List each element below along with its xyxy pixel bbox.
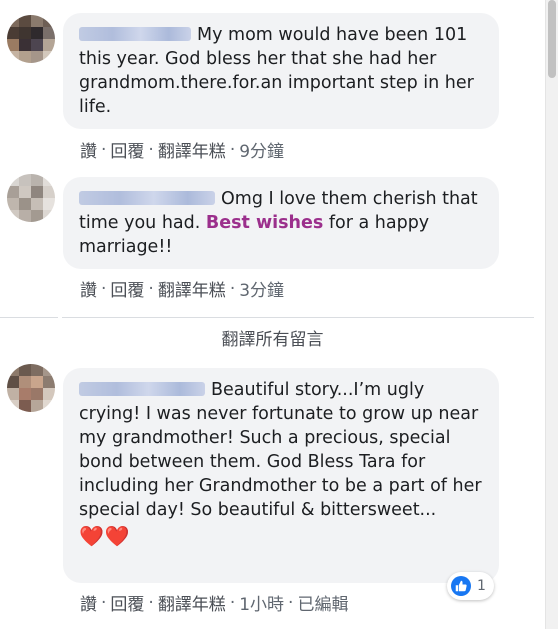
translate-link[interactable]: 翻譯年糕 (158, 281, 226, 301)
avatar[interactable] (7, 174, 55, 222)
like-link[interactable]: 讚 (80, 281, 97, 301)
separator: · (148, 139, 154, 160)
separator: · (288, 592, 294, 613)
like-icon (451, 576, 471, 596)
reply-link[interactable]: 回覆 (110, 142, 144, 162)
comment-bubble: Omg I love them cherish that time you ha… (63, 177, 499, 269)
avatar[interactable] (7, 364, 55, 412)
author-name-blurred[interactable] (79, 191, 215, 205)
separator: · (101, 139, 107, 160)
translate-link[interactable]: 翻譯年糕 (158, 595, 226, 615)
translate-link[interactable]: 翻譯年糕 (158, 142, 226, 162)
reply-link[interactable]: 回覆 (110, 595, 144, 615)
divider (62, 317, 534, 318)
author-name-blurred[interactable] (79, 382, 205, 396)
highlighted-phrase[interactable]: Best wishes (206, 213, 323, 233)
like-link[interactable]: 讚 (80, 142, 97, 162)
scrollbar[interactable] (545, 0, 558, 629)
like-link[interactable]: 讚 (80, 595, 97, 615)
timestamp[interactable]: 1小時 (239, 595, 284, 615)
separator: · (101, 278, 107, 299)
timestamp[interactable]: 9分鐘 (239, 142, 284, 162)
translate-all-comments-link[interactable]: 翻譯所有留言 (0, 325, 545, 350)
comment-text: Beautiful story...I’m ugly crying! I was… (79, 380, 482, 520)
reaction-badge[interactable]: 1 (447, 572, 494, 600)
comment-actions: 讚 · 回覆 · 翻譯年糕 · 1小時 · 已編輯 (80, 590, 349, 616)
heart-emoji: ❤️❤️ (79, 524, 131, 548)
separator: · (229, 139, 236, 160)
timestamp[interactable]: 3分鐘 (239, 281, 284, 301)
separator: · (148, 278, 154, 299)
comment-actions: 讚 · 回覆 · 翻譯年糕 · 9分鐘 (80, 137, 284, 163)
separator: · (229, 592, 236, 613)
separator: · (148, 592, 154, 613)
scrollbar-thumb[interactable] (548, 0, 556, 78)
comment-bubble: My mom would have been 101 this year. Go… (63, 13, 499, 129)
divider (0, 317, 58, 318)
comment-actions: 讚 · 回覆 · 翻譯年糕 · 3分鐘 (80, 276, 284, 302)
author-name-blurred[interactable] (79, 27, 191, 41)
edited-label: 已編輯 (297, 595, 349, 615)
reply-link[interactable]: 回覆 (110, 281, 144, 301)
comment-bubble: Beautiful story...I’m ugly crying! I was… (63, 368, 499, 583)
separator: · (101, 592, 107, 613)
separator: · (229, 278, 236, 299)
avatar[interactable] (7, 15, 55, 63)
reaction-count: 1 (477, 578, 486, 594)
